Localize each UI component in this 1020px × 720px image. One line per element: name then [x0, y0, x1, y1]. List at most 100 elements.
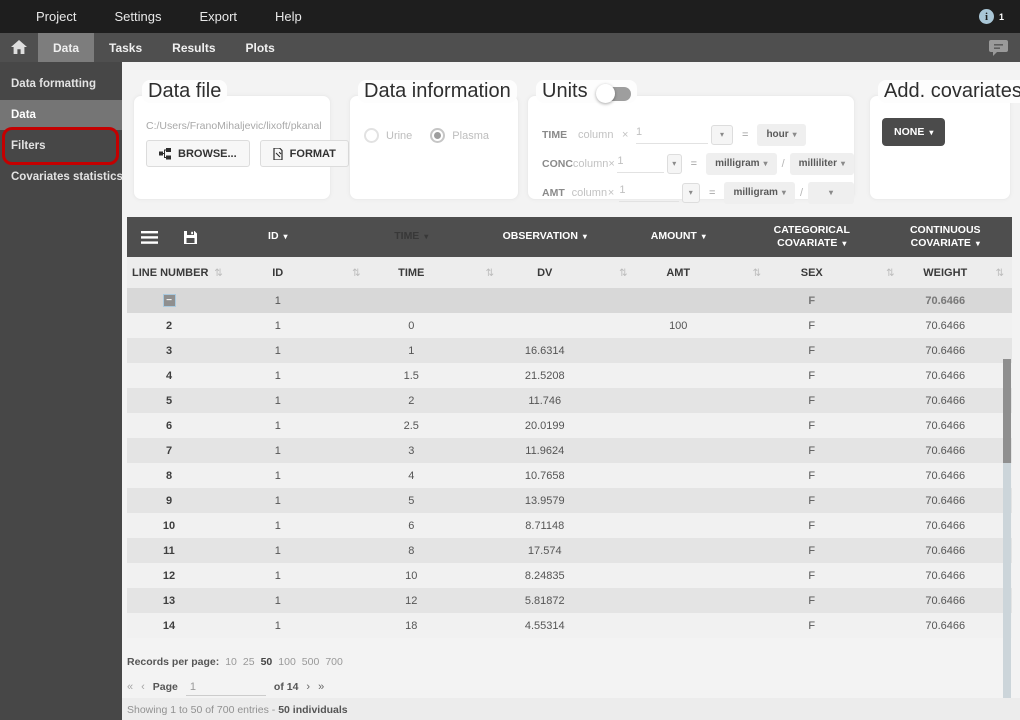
- sidebar-item-filters[interactable]: Filters: [0, 127, 122, 165]
- cell-weight: 70.6466: [925, 294, 966, 307]
- cell-weight: 70.6466: [925, 494, 966, 507]
- unit-factor-input[interactable]: 1: [619, 184, 679, 202]
- tab-data[interactable]: Data: [38, 33, 95, 62]
- equals-sign: =: [742, 128, 749, 141]
- records-option-700[interactable]: 700: [325, 656, 343, 668]
- table-row: 3 1 1 16.6314 F 70.6466: [127, 338, 1012, 363]
- column-header-id[interactable]: ID ⇅: [211, 267, 360, 279]
- column-header-time[interactable]: TIME ⇅: [345, 267, 494, 279]
- menu-item-project[interactable]: Project: [36, 9, 76, 24]
- chevron-down-icon: ▾: [828, 188, 833, 197]
- page-input[interactable]: [185, 678, 266, 696]
- prev-page-button[interactable]: ‹: [141, 681, 145, 693]
- cell-id: 1: [274, 369, 281, 382]
- group-header-amount[interactable]: AMOUNT ▾: [612, 230, 746, 243]
- unit-select-conc-1[interactable]: milligram ▾: [706, 152, 777, 175]
- next-page-button[interactable]: ›: [306, 681, 310, 693]
- radio-option-urine[interactable]: Urine: [364, 128, 412, 143]
- sidebar-item-covariates-statistics[interactable]: Covariates statistics: [0, 162, 123, 192]
- chevron-down-icon: ▾: [842, 239, 847, 248]
- unit-select-conc-2[interactable]: milliliter ▾: [789, 152, 854, 175]
- last-page-button[interactable]: »: [318, 681, 324, 693]
- records-option-25[interactable]: 25: [243, 656, 255, 668]
- cell-line-number: 3: [165, 344, 173, 357]
- chevron-down-icon: ▾: [975, 239, 980, 248]
- browse-button[interactable]: BROWSE...: [146, 140, 250, 167]
- save-icon[interactable]: [184, 230, 197, 244]
- column-header-amt[interactable]: AMT ⇅: [612, 267, 761, 279]
- home-button[interactable]: [0, 33, 38, 62]
- unit-factor-dropdown-button[interactable]: ▾: [681, 182, 701, 203]
- sidebar-item-data[interactable]: Data: [0, 100, 122, 130]
- column-header-weight[interactable]: WEIGHT ⇅: [879, 267, 1013, 279]
- cell-weight: 70.6466: [925, 319, 966, 332]
- cell-dv: 20.0199: [524, 419, 565, 432]
- group-header-time[interactable]: TIME ▾: [345, 230, 479, 243]
- table-row: 13 1 12 5.81872 F 70.6466: [127, 588, 1012, 613]
- collapse-group-button[interactable]: −: [162, 294, 176, 308]
- group-header-continuous-covariate[interactable]: CONTINUOUS COVARIATE ▾: [879, 224, 1013, 250]
- sidebar: Data formatting Data Filters Covariates sta…: [0, 62, 123, 720]
- column-header-dv[interactable]: DV ⇅: [478, 267, 627, 279]
- unit-select-amt-1[interactable]: milligram ▾: [724, 181, 795, 204]
- records-option-10[interactable]: 10: [225, 656, 237, 668]
- menu-item-settings[interactable]: Settings: [114, 9, 161, 24]
- tab-results[interactable]: Results: [157, 33, 230, 62]
- format-button[interactable]: FORMAT: [259, 140, 349, 167]
- add-covariates-none-button[interactable]: NONE ▾: [882, 118, 946, 146]
- group-header-categorical-covariate[interactable]: CATEGORICAL COVARIATE ▾: [745, 224, 879, 250]
- cell-dv: 21.5208: [524, 369, 565, 382]
- records-option-50[interactable]: 50: [261, 656, 273, 668]
- data-file-panel: Data file C:/Users/FranoMihaljevic/lixof…: [133, 80, 349, 200]
- group-header-id[interactable]: ID ▾: [211, 230, 345, 243]
- first-page-button[interactable]: «: [127, 681, 133, 693]
- comment-icon[interactable]: [989, 39, 1008, 56]
- unit-factor-input[interactable]: 1: [617, 155, 664, 173]
- table-row: 8 1 4 10.7658 F 70.6466: [127, 463, 1012, 488]
- hamburger-menu-icon[interactable]: [141, 230, 158, 244]
- data-information-title: Data information: [358, 80, 517, 103]
- group-header-observation[interactable]: OBSERVATION ▾: [478, 230, 612, 243]
- unit-factor-dropdown-button[interactable]: ▾: [666, 153, 682, 174]
- table-row: 7 1 3 11.9624 F 70.6466: [127, 438, 1012, 463]
- tab-tasks[interactable]: Tasks: [94, 33, 157, 62]
- cell-time: 2.5: [403, 419, 419, 432]
- unit-select-time-1[interactable]: hour ▾: [757, 123, 806, 146]
- cell-id: 1: [274, 394, 281, 407]
- pagination: « ‹ Page of 14 › »: [127, 676, 324, 698]
- records-option-100[interactable]: 100: [278, 656, 296, 668]
- cell-id: 1: [274, 294, 281, 307]
- cell-weight: 70.6466: [925, 519, 966, 532]
- cell-id: 1: [274, 619, 281, 632]
- menu-item-export[interactable]: Export: [199, 9, 237, 24]
- radio-option-plasma[interactable]: Plasma: [430, 128, 489, 143]
- cell-dv: 17.574: [527, 544, 562, 557]
- table-scrollbar[interactable]: [1003, 359, 1011, 709]
- sidebar-item-data-formatting[interactable]: Data formatting: [0, 69, 122, 99]
- unit-select-amt-2[interactable]: ▾: [808, 181, 854, 204]
- plasma-radio[interactable]: [430, 128, 446, 143]
- cell-line-number: 7: [165, 444, 173, 457]
- column-header-sex[interactable]: SEX ⇅: [745, 267, 895, 279]
- cell-id: 1: [274, 544, 281, 557]
- data-information-panel: Data information Urine Plasma: [349, 80, 519, 200]
- records-option-500[interactable]: 500: [302, 656, 320, 668]
- menu-item-help[interactable]: Help: [275, 9, 302, 24]
- unit-factor-dropdown-button[interactable]: ▾: [711, 124, 733, 145]
- unit-factor-input[interactable]: 1: [636, 126, 708, 144]
- chevron-down-icon: ▾: [840, 159, 845, 168]
- sort-icon[interactable]: ⇅: [996, 268, 1004, 279]
- cell-sex: F: [808, 544, 816, 557]
- units-toggle[interactable]: [595, 83, 631, 103]
- urine-radio[interactable]: [364, 128, 379, 143]
- units-title: Units: [542, 80, 588, 102]
- unit-row-label: CONC: [542, 157, 573, 170]
- table-scrollbar-thumb[interactable]: [1003, 359, 1011, 463]
- tab-plots[interactable]: Plots: [231, 33, 290, 62]
- cell-time: 12: [405, 594, 418, 607]
- data-file-title: Data file: [142, 80, 228, 103]
- column-header-line-number[interactable]: LINE NUMBER ⇅: [127, 267, 223, 279]
- info-icon[interactable]: i: [978, 9, 994, 24]
- cell-id: 1: [274, 319, 281, 332]
- unit-column-label: column: [572, 157, 609, 170]
